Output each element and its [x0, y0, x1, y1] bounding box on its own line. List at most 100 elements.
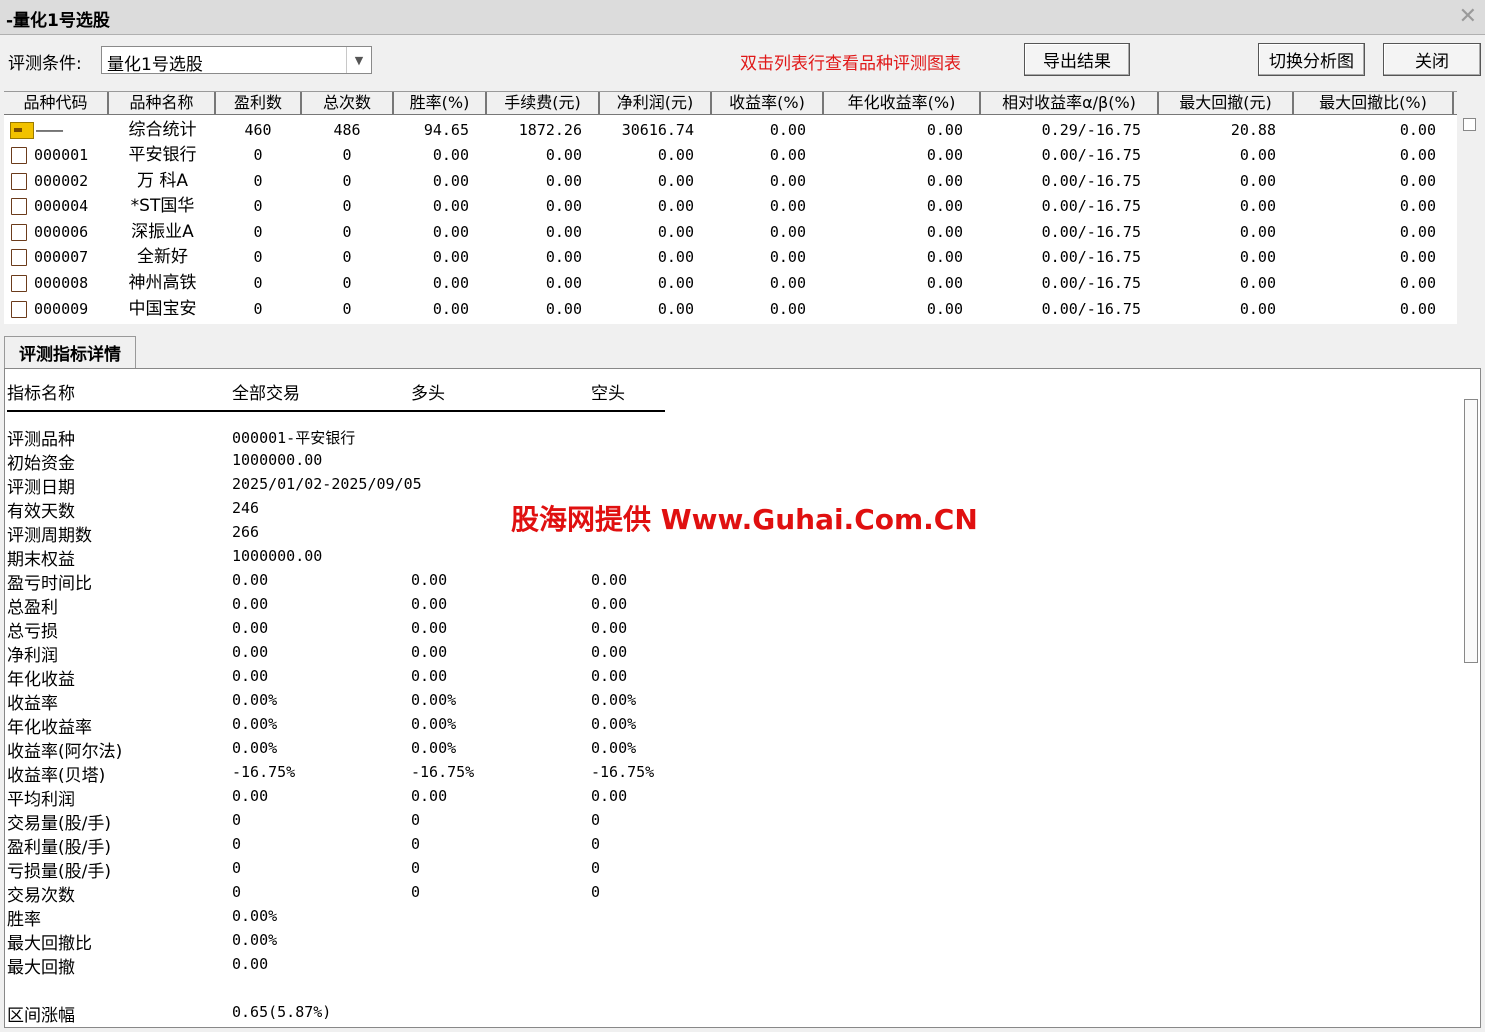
cell-fee: 0.00 — [545, 197, 582, 216]
metric-value-long: 0 — [411, 835, 421, 853]
column-header-annual[interactable]: 年化收益率(%) — [824, 92, 981, 114]
table-row[interactable]: 000007 全新好 0 0 0.00 0.00 0.00 0.00 0.00 0.00/-16.… — [4, 245, 1457, 270]
cell-relative: 0.29/-16.75 — [1041, 121, 1141, 139]
column-header-profit[interactable]: 净利润(元) — [600, 92, 712, 114]
metric-value-all: 0.00% — [232, 691, 278, 709]
column-header-winrate[interactable]: 胜率(%) — [394, 92, 487, 114]
column-header-name[interactable]: 品种名称 — [109, 92, 216, 114]
cell-return: 0.00 — [769, 222, 806, 241]
cell-wins: 0 — [253, 274, 263, 292]
table-checkbox[interactable] — [1463, 118, 1476, 131]
cell-total: 0 — [342, 171, 352, 190]
table-row[interactable]: 000002 万 科A 0 0 0.00 0.00 0.00 0.00 0.00 0.00/-16… — [4, 169, 1457, 194]
cell-name: *ST国华 — [130, 196, 195, 217]
metric-value-all: 0.00 — [232, 667, 269, 685]
export-button[interactable]: 导出结果 — [1024, 43, 1130, 76]
metric-value-long: 0.00 — [411, 595, 448, 613]
cell-total: 486 — [333, 121, 361, 139]
metric-value-all: 0.00 — [232, 571, 269, 589]
metric-value-all: 000001-平安银行 — [232, 429, 356, 447]
metric-label: 总盈利 — [7, 598, 58, 618]
metric-label: 收益率 — [7, 694, 58, 714]
vertical-scrollbar[interactable] — [1464, 399, 1478, 663]
cell-annual: 0.00 — [926, 274, 963, 292]
metric-value-all: 0.00% — [232, 931, 278, 949]
column-header-code[interactable]: 品种代码 — [4, 92, 109, 114]
close-icon[interactable]: ✕ — [1459, 4, 1477, 29]
summary-row[interactable]: ——— 综合统计 460 486 94.65 1872.26 30616.74 0.00 0.0… — [4, 118, 1457, 143]
cell-wins: 0 — [253, 248, 263, 267]
cell-winrate: 0.00 — [432, 197, 469, 216]
cell-profit: 0.00 — [657, 222, 694, 241]
metric-label: 总亏损 — [7, 622, 58, 642]
metric-value-short: 0 — [591, 835, 601, 853]
metric-value-short: 0 — [591, 883, 601, 901]
cell-drawdown: 0.00 — [1239, 222, 1276, 241]
column-header-drawdown[interactable]: 最大回撤(元) — [1159, 92, 1294, 114]
metric-value-all: 246 — [232, 499, 260, 517]
cell-drawdown: 0.00 — [1239, 146, 1276, 164]
cell-annual: 0.00 — [926, 197, 963, 216]
cell-return: 0.00 — [769, 171, 806, 190]
cell-drawdown: 0.00 — [1239, 197, 1276, 216]
cell-annual: 0.00 — [926, 299, 963, 318]
column-header-total[interactable]: 总次数 — [302, 92, 394, 114]
cell-drawdown: 20.88 — [1230, 121, 1276, 139]
table-row[interactable]: 000008 神州高铁 0 0 0.00 0.00 0.00 0.00 0.00 0.00/-16… — [4, 271, 1457, 296]
column-header-relative[interactable]: 相对收益率α/β(%) — [981, 92, 1159, 114]
table-row[interactable]: 000009 中国宝安 0 0 0.00 0.00 0.00 0.00 0.00 0.00/-16… — [4, 297, 1457, 322]
cell-fee: 0.00 — [545, 171, 582, 190]
cell-fee: 0.00 — [545, 146, 582, 164]
cell-wins: 0 — [253, 222, 263, 241]
cell-code: 000001 — [34, 146, 89, 164]
condition-select[interactable]: 量化1号选股 ▼ — [101, 46, 372, 75]
metric-label: 评测周期数 — [7, 526, 92, 546]
column-header-drawdown-ratio[interactable]: 最大回撤比(%) — [1294, 92, 1454, 114]
close-button[interactable]: 关闭 — [1383, 43, 1481, 76]
cell-wins: 0 — [253, 299, 263, 318]
metric-value-long: 0.00 — [411, 667, 448, 685]
watermark-text: 股海网提供 Www.Guhai.Com.CN — [511, 503, 978, 536]
chevron-down-icon[interactable]: ▼ — [346, 47, 371, 73]
metric-value-all: -16.75% — [232, 763, 296, 781]
condition-label: 评测条件: — [8, 54, 82, 74]
cell-return: 0.00 — [769, 299, 806, 318]
stock-doc-icon — [11, 172, 27, 190]
cell-profit: 30616.74 — [621, 121, 694, 139]
cell-profit: 0.00 — [657, 146, 694, 164]
table-row[interactable]: 000004 *ST国华 0 0 0.00 0.00 0.00 0.00 0.00 0.00/-1… — [4, 194, 1457, 219]
metric-value-all: 0.00 — [232, 955, 269, 973]
table-row[interactable]: 000006 深振业A 0 0 0.00 0.00 0.00 0.00 0.00 0.00/-16… — [4, 220, 1457, 245]
table-row[interactable]: 000001 平安银行 0 0 0.00 0.00 0.00 0.00 0.00 0.00/-16… — [4, 143, 1457, 168]
details-header-short: 空头 — [591, 384, 625, 404]
cell-code: 000009 — [34, 299, 89, 318]
metric-value-long: 0.00% — [411, 691, 457, 709]
cell-total: 0 — [342, 248, 352, 267]
metric-value-short: 0.00 — [591, 667, 628, 685]
results-table[interactable]: 品种代码 品种名称 盈利数 总次数 胜率(%) 手续费(元) 净利润(元) 收益率(%) 年化收… — [4, 91, 1457, 324]
cell-total: 0 — [342, 197, 352, 216]
tab-details[interactable]: 评测指标详情 — [4, 336, 136, 368]
summary-folder-icon — [10, 122, 34, 139]
column-header-wins[interactable]: 盈利数 — [216, 92, 302, 114]
metric-label: 评测日期 — [7, 478, 75, 498]
metric-value-all: 0.00 — [232, 619, 269, 637]
cell-winrate: 0.00 — [432, 146, 469, 164]
metric-value-short: 0 — [591, 859, 601, 877]
column-header-return[interactable]: 收益率(%) — [712, 92, 824, 114]
metric-value-long: 0 — [411, 883, 421, 901]
cell-relative: 0.00/-16.75 — [1041, 248, 1141, 267]
metric-value-short: 0.00% — [591, 691, 637, 709]
metric-value-all: 0.00% — [232, 715, 278, 733]
cell-fee: 0.00 — [545, 222, 582, 241]
cell-annual: 0.00 — [926, 121, 963, 139]
column-header-fee[interactable]: 手续费(元) — [487, 92, 600, 114]
cell-drawdown-ratio: 0.00 — [1399, 197, 1436, 216]
cell-name: 万 科A — [136, 170, 189, 191]
metric-value-long: 0.00 — [411, 787, 448, 805]
cell-code: 000002 — [34, 171, 89, 190]
cell-name: 神州高铁 — [128, 273, 197, 293]
cell-profit: 0.00 — [657, 171, 694, 190]
metric-value-long: 0.00 — [411, 643, 448, 661]
switch-chart-button[interactable]: 切换分析图 — [1258, 43, 1365, 76]
